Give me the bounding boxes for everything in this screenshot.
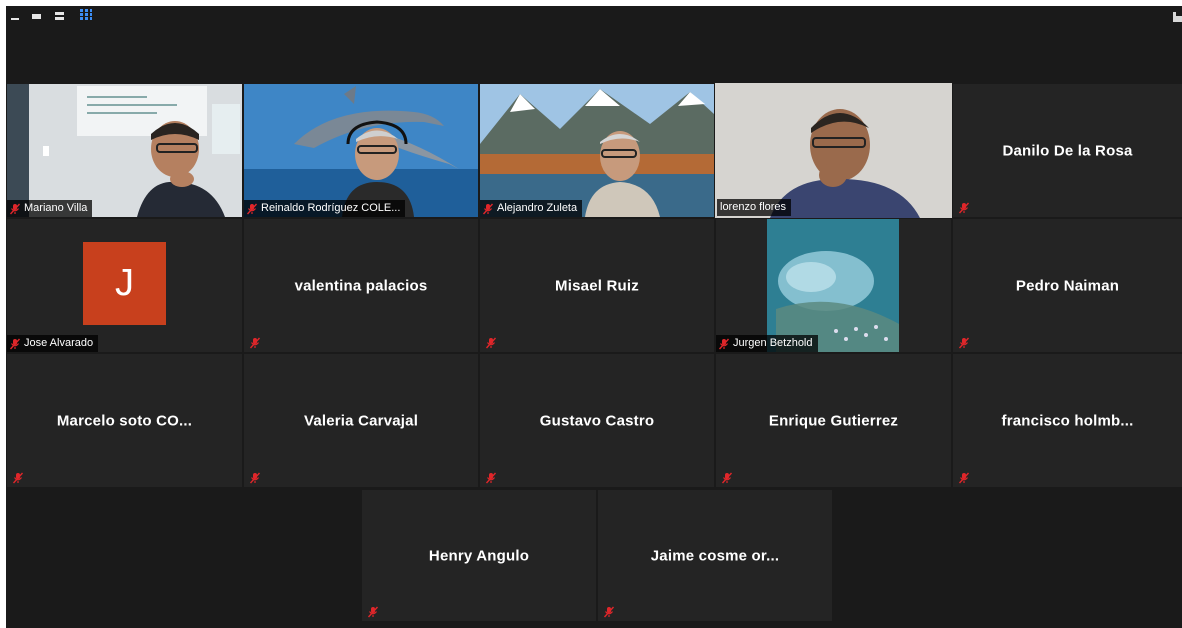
participant-name: valentina palacios [294,277,428,294]
participant-tile-alejandro-zuleta[interactable]: Alejandro Zuleta [480,84,714,217]
participant-video [244,84,478,217]
muted-mic-icon [9,338,21,350]
participant-name: francisco holmb... [1001,412,1134,429]
participant-name: Misael Ruiz [555,277,639,294]
muted-mic-icon [718,338,730,350]
participant-name: Valeria Carvajal [303,412,419,429]
participant-name: Enrique Gutierrez [768,412,899,429]
participant-tile-mariano-villa[interactable]: Mariano Villa [7,84,242,217]
minimize-icon[interactable] [11,11,21,21]
participant-tile-misael-ruiz[interactable]: Misael Ruiz [480,219,714,352]
participant-tile-francisco-holmb[interactable]: francisco holmb... [953,354,1182,487]
participant-tile-reinaldo-rodriguez[interactable]: Reinaldo Rodríguez COLE... [244,84,478,217]
participant-name: Marcelo soto CO... [56,412,193,429]
participant-video [715,83,952,218]
fullscreen-icon[interactable] [1173,12,1182,22]
participant-tile-jurgen-betzhold[interactable]: Jurgen Betzhold [716,219,951,352]
participant-tile-gustavo-castro[interactable]: Gustavo Castro [480,354,714,487]
participant-name-label: Reinaldo Rodríguez COLE... [244,200,406,217]
gallery-view-icon[interactable] [80,9,92,20]
muted-mic-icon [958,336,970,349]
participant-name-label: lorenzo flores [717,199,792,216]
participant-tile-pedro-naiman[interactable]: Pedro Naiman [953,219,1182,352]
muted-mic-icon [246,203,258,215]
avatar: J [83,242,166,325]
participant-video [767,219,899,352]
participant-video [7,84,242,217]
muted-mic-icon [603,605,615,618]
muted-mic-icon [12,471,24,484]
participant-name-label: Alejandro Zuleta [480,200,583,217]
speaker-view-icon[interactable] [55,11,67,21]
muted-mic-icon [485,336,497,349]
participant-tile-jose-alvarado[interactable]: J Jose Alvarado [7,219,242,352]
muted-mic-icon [958,201,970,214]
muted-mic-icon [721,471,733,484]
participant-name: Jaime cosme or... [650,547,780,564]
participant-name: Henry Angulo [428,547,530,564]
participant-name: Pedro Naiman [1015,277,1120,294]
participant-tile-henry-angulo[interactable]: Henry Angulo [362,490,596,621]
muted-mic-icon [9,203,21,215]
muted-mic-icon [249,336,261,349]
participant-tile-jaime-cosme[interactable]: Jaime cosme or... [598,490,832,621]
participant-tile-marcelo-soto[interactable]: Marcelo soto CO... [7,354,242,487]
participant-tile-lorenzo-flores[interactable]: lorenzo flores [715,83,952,218]
participant-tile-valeria-carvajal[interactable]: Valeria Carvajal [244,354,478,487]
participant-tile-enrique-gutierrez[interactable]: Enrique Gutierrez [716,354,951,487]
muted-mic-icon [482,203,494,215]
participant-name-label: Jurgen Betzhold [716,335,818,352]
participant-name-label: Mariano Villa [7,200,93,217]
strip-view-icon[interactable] [32,11,44,21]
muted-mic-icon [958,471,970,484]
top-toolbar [6,6,1182,28]
muted-mic-icon [367,605,379,618]
participant-name: Danilo De la Rosa [1002,142,1133,159]
participant-name: Gustavo Castro [539,412,655,429]
participant-tile-danilo-de-la-rosa[interactable]: Danilo De la Rosa [953,84,1182,217]
participant-video [480,84,714,217]
muted-mic-icon [249,471,261,484]
participant-name-label: Jose Alvarado [7,335,99,352]
muted-mic-icon [485,471,497,484]
participant-tile-valentina-palacios[interactable]: valentina palacios [244,219,478,352]
zoom-gallery-window: Mariano Villa Reinaldo Rodríguez COLE... [6,6,1182,628]
